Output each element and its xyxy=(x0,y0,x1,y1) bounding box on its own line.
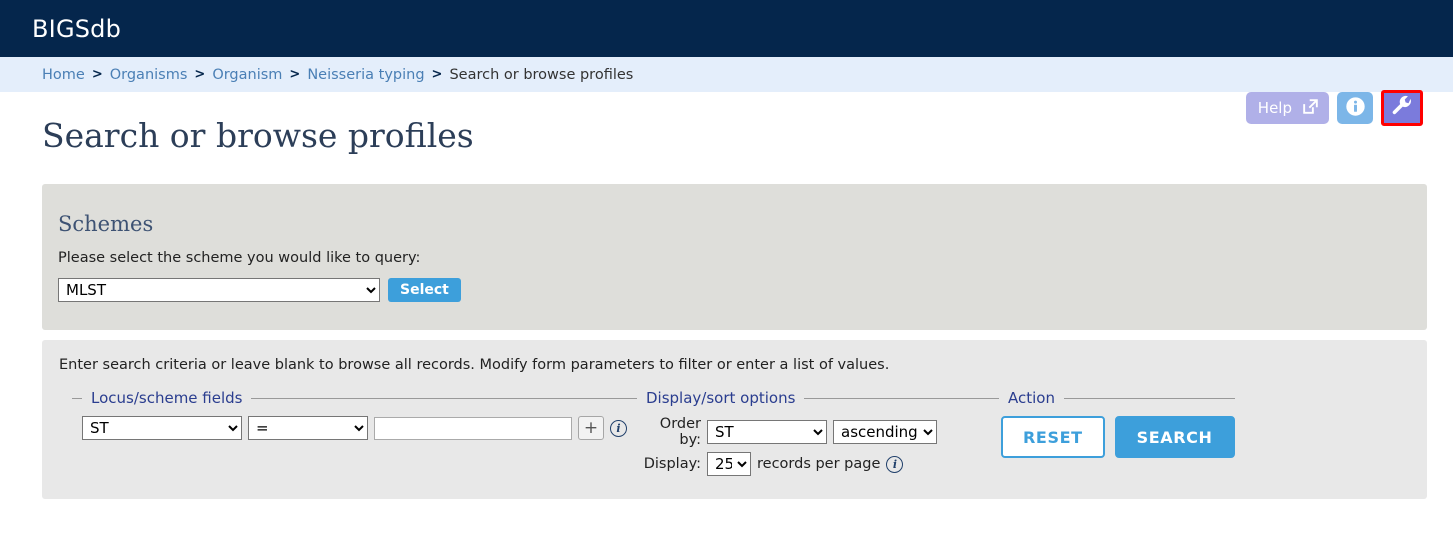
tool-icon-bar: Help xyxy=(1245,90,1423,126)
breadcrumb-separator-icon: > xyxy=(194,67,206,82)
breadcrumb-item-home[interactable]: Home xyxy=(42,67,85,83)
locus-info-icon[interactable]: i xyxy=(610,419,627,437)
schemes-prompt: Please select the scheme you would like … xyxy=(58,250,421,266)
operator-select[interactable]: = xyxy=(248,416,368,440)
display-sort-fieldset: Display/sort options Order by: ST ascend… xyxy=(627,389,989,480)
order-by-row: Order by: ST ascending xyxy=(637,416,989,448)
configure-button[interactable] xyxy=(1381,90,1423,126)
locus-scheme-fieldset: Locus/scheme fields ST = + i xyxy=(72,389,627,440)
locus-field-select[interactable]: ST xyxy=(82,416,242,440)
breadcrumb-separator-icon: > xyxy=(91,67,103,82)
breadcrumb-item-current: Search or browse profiles xyxy=(449,66,634,83)
records-per-page-label: records per page xyxy=(757,456,881,472)
order-by-select[interactable]: ST xyxy=(707,420,827,444)
scheme-select[interactable]: MLST xyxy=(58,278,380,302)
help-button-label: Help xyxy=(1257,99,1292,117)
display-info-icon[interactable]: i xyxy=(886,455,904,473)
help-button[interactable]: Help xyxy=(1245,92,1329,124)
breadcrumb: Home > Organisms > Organism > Neisseria … xyxy=(0,57,1453,92)
sort-direction-select[interactable]: ascending xyxy=(833,420,937,444)
action-fieldset: Action RESET SEARCH xyxy=(989,389,1235,458)
app-header: BIGSdb xyxy=(0,0,1453,57)
schemes-panel: Schemes Please select the scheme you wou… xyxy=(42,184,1427,330)
scheme-selection-row: MLST Select xyxy=(42,266,1427,302)
breadcrumb-separator-icon: > xyxy=(431,67,443,82)
reset-button[interactable]: RESET xyxy=(1001,416,1105,458)
search-button[interactable]: SEARCH xyxy=(1114,416,1235,458)
breadcrumb-item-organisms[interactable]: Organisms xyxy=(110,67,188,83)
page-size-select[interactable]: 25 xyxy=(707,452,751,476)
search-value-input[interactable] xyxy=(374,416,572,440)
add-field-button[interactable]: + xyxy=(578,416,604,440)
order-by-label: Order by: xyxy=(659,416,701,448)
query-panel: Enter search criteria or leave blank to … xyxy=(42,340,1427,499)
breadcrumb-separator-icon: > xyxy=(289,67,301,82)
select-scheme-button[interactable]: Select xyxy=(388,278,461,302)
display-label: Display: xyxy=(643,456,701,472)
locus-scheme-legend: Locus/scheme fields xyxy=(91,389,243,407)
display-count-row: Display: 25 records per page i xyxy=(637,452,989,476)
external-link-icon xyxy=(1301,97,1320,120)
query-instructions: Enter search criteria or leave blank to … xyxy=(59,357,890,373)
schemes-heading: Schemes xyxy=(58,212,154,236)
display-sort-legend: Display/sort options xyxy=(646,389,796,407)
breadcrumb-item-organism[interactable]: Organism xyxy=(212,67,282,83)
page-title: Search or browse profiles xyxy=(42,116,474,155)
breadcrumb-item-neisseria-typing[interactable]: Neisseria typing xyxy=(307,67,424,83)
query-fieldsets: Locus/scheme fields ST = + i Display/sor… xyxy=(42,373,1427,480)
action-legend: Action xyxy=(1008,389,1055,407)
info-icon xyxy=(1345,96,1366,121)
wrench-icon xyxy=(1391,95,1413,121)
app-title: BIGSdb xyxy=(32,14,122,43)
info-button[interactable] xyxy=(1337,92,1373,124)
